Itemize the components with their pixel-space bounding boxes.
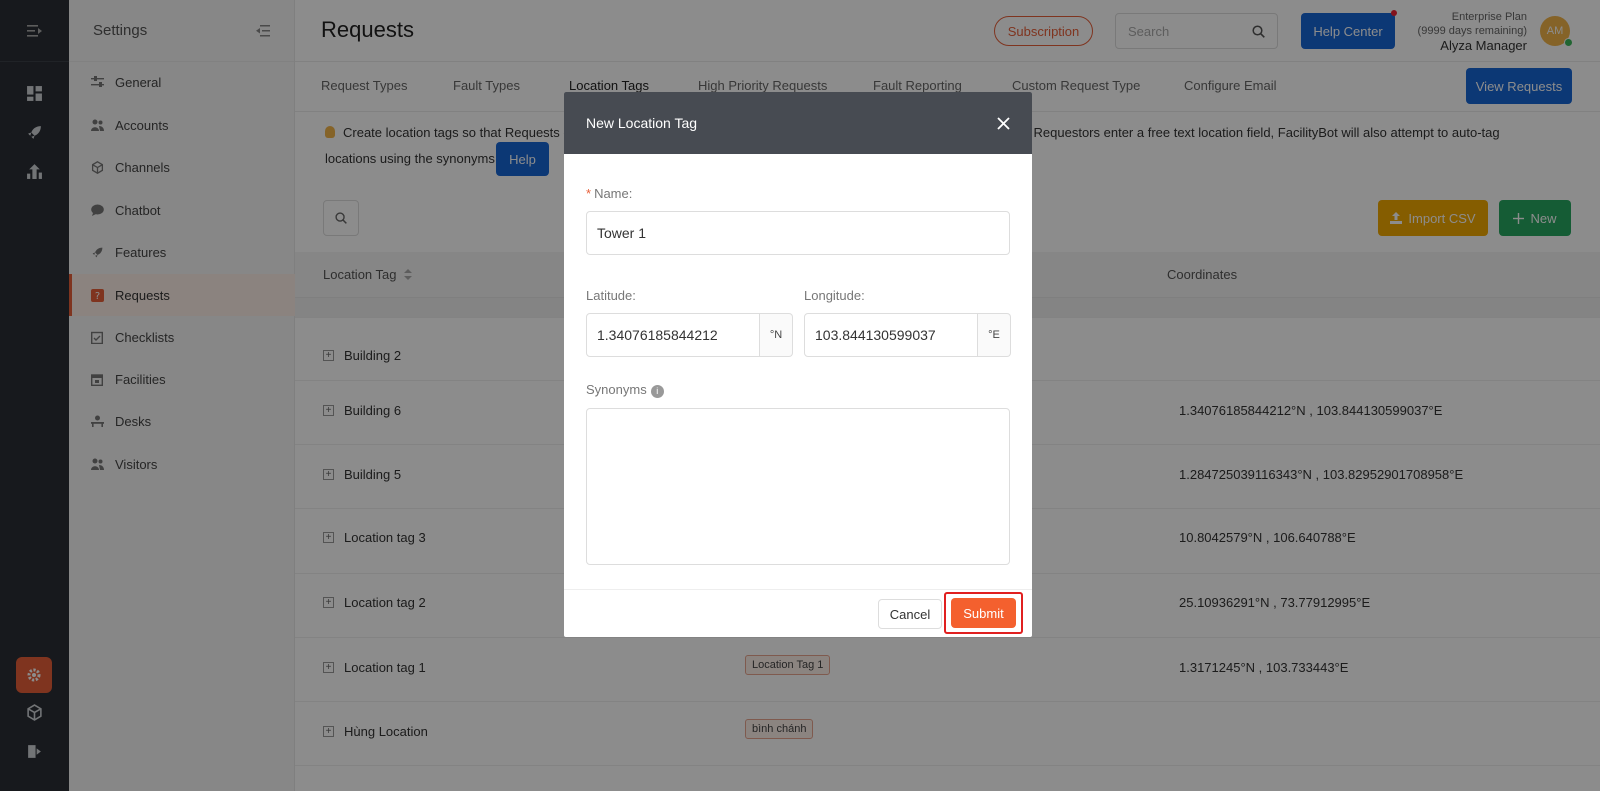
submit-button[interactable]: Submit — [951, 598, 1016, 628]
new-location-tag-dialog: New Location Tag * Name: Tower 1 Latitude… — [564, 92, 1032, 637]
latitude-label-text: Latitude — [586, 288, 633, 303]
latitude-field[interactable]: 1.34076185844212 — [586, 313, 760, 357]
dialog-header: New Location Tag — [564, 92, 1032, 154]
name-label: * Name: — [586, 186, 633, 201]
synonyms-label-text: Synonyms — [586, 382, 647, 397]
submit-highlight: Submit — [944, 592, 1023, 634]
name-field[interactable]: Tower 1 — [586, 211, 1010, 255]
longitude-suffix: °E — [978, 313, 1011, 357]
longitude-field[interactable]: 103.844130599037 — [804, 313, 978, 357]
longitude-label-text: Longitude — [804, 288, 862, 303]
longitude-value: 103.844130599037 — [815, 327, 936, 343]
close-icon[interactable] — [997, 116, 1010, 130]
synonyms-textarea[interactable] — [586, 408, 1010, 565]
dialog-title: New Location Tag — [586, 115, 698, 131]
latitude-suffix: °N — [760, 313, 793, 357]
dialog-footer: Cancel Submit — [564, 589, 1032, 637]
name-value: Tower 1 — [597, 225, 647, 241]
latitude-value: 1.34076185844212 — [597, 327, 718, 343]
required-asterisk: * — [586, 186, 592, 201]
synonyms-label: Synonyms i — [586, 382, 664, 398]
latitude-label: Latitude: — [586, 288, 636, 303]
info-icon[interactable]: i — [650, 385, 664, 398]
cancel-button[interactable]: Cancel — [878, 599, 942, 629]
longitude-label: Longitude: — [804, 288, 865, 303]
name-label-text: Name — [594, 186, 629, 201]
